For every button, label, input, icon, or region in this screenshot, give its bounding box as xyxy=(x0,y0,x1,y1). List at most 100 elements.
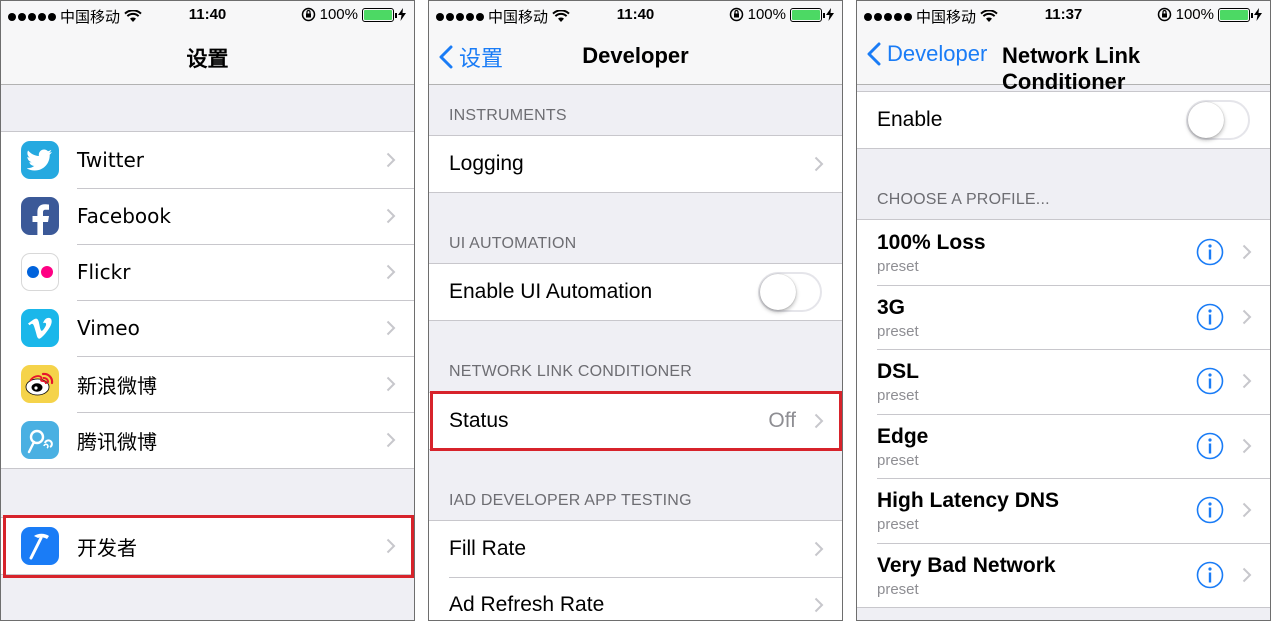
iad-testing-group: Fill Rate Ad Refresh Rate xyxy=(429,520,842,620)
info-icon[interactable] xyxy=(1196,367,1224,395)
nav-bar: Developer Network Link Conditioner xyxy=(857,29,1270,94)
settings-row-twitter[interactable]: Twitter xyxy=(1,132,414,188)
section-header-ui-automation: UI AUTOMATION xyxy=(449,235,577,252)
profile-subtitle: preset xyxy=(877,451,919,469)
settings-row-sina-weibo[interactable]: 新浪微博 xyxy=(1,356,414,412)
profile-row[interactable]: DSL preset xyxy=(857,349,1270,414)
battery-icon xyxy=(1218,7,1253,22)
chevron-right-icon xyxy=(386,376,396,392)
nav-bar: 设置 xyxy=(1,29,414,85)
settings-row-label: 新浪微博 xyxy=(77,373,157,398)
row-label: Ad Refresh Rate xyxy=(449,593,605,616)
profile-row[interactable]: 100% Loss preset xyxy=(857,220,1270,285)
facebook-icon xyxy=(21,197,59,236)
section-header-network-link-conditioner: NETWORK LINK CONDITIONER xyxy=(449,363,693,380)
settings-row-label: Vimeo xyxy=(77,316,140,340)
enable-row: Enable xyxy=(857,92,1270,148)
charging-bolt-icon xyxy=(398,8,406,21)
row-label: Fill Rate xyxy=(449,537,527,560)
chevron-right-icon xyxy=(1242,503,1252,518)
vimeo-icon xyxy=(21,309,59,347)
enable-group: Enable xyxy=(857,91,1270,149)
toggle-knob xyxy=(760,274,796,310)
row-label: Logging xyxy=(449,152,524,175)
orientation-lock-icon xyxy=(729,7,743,22)
highlight-box xyxy=(3,515,414,578)
back-button[interactable]: Developer xyxy=(867,41,987,67)
battery-icon xyxy=(790,7,825,22)
status-right: 100% xyxy=(1157,6,1262,23)
logging-row[interactable]: Logging xyxy=(429,136,842,192)
developer-screen: 中国移动 11:40 100% 设置 Developer INSTRUMENTS… xyxy=(428,0,843,621)
profile-row[interactable]: Edge preset xyxy=(857,413,1270,479)
status-right: 100% xyxy=(301,6,406,23)
section-header-instruments: INSTRUMENTS xyxy=(449,107,567,124)
enable-ui-automation-row: Enable UI Automation xyxy=(429,264,842,320)
section-header-choose-profile: CHOOSE A PROFILE... xyxy=(877,191,1050,208)
profile-name: 3G xyxy=(877,295,906,319)
sina-weibo-icon xyxy=(21,365,59,403)
info-icon[interactable] xyxy=(1196,238,1224,266)
tencent-weibo-icon xyxy=(21,421,59,459)
social-accounts-group: Twitter Facebook Flickr Vimeo 新浪微博 腾讯微博 xyxy=(1,131,414,469)
info-icon[interactable] xyxy=(1196,432,1224,460)
chevron-right-icon xyxy=(386,264,396,280)
profile-subtitle: preset xyxy=(877,580,919,598)
page-title: Network Link Conditioner xyxy=(1002,43,1141,94)
profile-subtitle: preset xyxy=(877,516,919,533)
profiles-group: 100% Loss preset 3G preset DSL preset Ed… xyxy=(857,219,1270,608)
settings-row-label: Twitter xyxy=(77,148,145,172)
section-header-iad-developer-app-testing: IAD DEVELOPER APP TESTING xyxy=(449,492,692,509)
row-label: Enable UI Automation xyxy=(449,280,653,303)
profile-name: High Latency DNS xyxy=(877,489,1060,512)
chevron-right-icon xyxy=(1242,309,1252,324)
settings-row-label: Facebook xyxy=(77,204,171,228)
enable-ui-automation-toggle[interactable] xyxy=(758,272,822,312)
chevron-right-icon xyxy=(386,208,396,224)
status-bar: 中国移动 11:37 100% xyxy=(857,1,1270,29)
status-bar: 中国移动 11:40 100% xyxy=(429,1,842,29)
settings-screen: 中国移动 11:40 100% 设置 Twitter Facebook Flic… xyxy=(0,0,415,621)
settings-row-tencent-weibo[interactable]: 腾讯微博 xyxy=(1,412,414,468)
instruments-group: Logging xyxy=(429,135,842,193)
network-link-conditioner-screen: 中国移动 11:37 100% Developer Network Link C… xyxy=(856,0,1271,621)
settings-row-facebook[interactable]: Facebook xyxy=(1,188,414,244)
profile-name: Edge xyxy=(877,424,929,448)
chevron-right-icon xyxy=(1242,567,1252,582)
charging-bolt-icon xyxy=(1254,8,1262,21)
status-right: 100% xyxy=(729,6,834,23)
back-button-label: Developer xyxy=(887,41,988,66)
chevron-right-icon xyxy=(814,541,824,557)
profile-name: Very Bad Network xyxy=(877,553,1056,577)
settings-row-label: 腾讯微博 xyxy=(77,429,157,454)
battery-percent: 100% xyxy=(1175,6,1214,23)
charging-bolt-icon xyxy=(826,8,834,21)
ad-refresh-rate-row[interactable]: Ad Refresh Rate xyxy=(429,577,842,620)
profile-row[interactable]: Very Bad Network preset xyxy=(857,542,1270,608)
status-bar: 中国移动 11:40 100% xyxy=(1,1,414,29)
profile-name: DSL xyxy=(877,360,919,383)
orientation-lock-icon xyxy=(301,7,315,22)
profile-row[interactable]: High Latency DNS preset xyxy=(857,478,1270,543)
flickr-icon xyxy=(21,253,59,291)
chevron-left-icon xyxy=(867,42,881,66)
fill-rate-row[interactable]: Fill Rate xyxy=(429,521,842,577)
profile-subtitle: preset xyxy=(877,322,919,340)
battery-percent: 100% xyxy=(319,6,358,23)
chevron-right-icon xyxy=(814,156,824,172)
chevron-right-icon xyxy=(1242,245,1252,260)
page-title: Developer xyxy=(582,43,689,68)
info-icon[interactable] xyxy=(1196,496,1224,524)
info-icon[interactable] xyxy=(1196,561,1224,589)
enable-toggle[interactable] xyxy=(1186,100,1250,140)
profile-row[interactable]: 3G preset xyxy=(857,284,1270,350)
ui-automation-group: Enable UI Automation xyxy=(429,263,842,321)
profile-subtitle: preset xyxy=(877,387,919,404)
info-icon[interactable] xyxy=(1196,303,1224,331)
chevron-right-icon xyxy=(814,597,824,613)
battery-percent: 100% xyxy=(747,6,786,23)
twitter-icon xyxy=(21,141,59,179)
settings-row-flickr[interactable]: Flickr xyxy=(1,244,414,300)
settings-row-vimeo[interactable]: Vimeo xyxy=(1,300,414,356)
chevron-right-icon xyxy=(1242,438,1252,453)
